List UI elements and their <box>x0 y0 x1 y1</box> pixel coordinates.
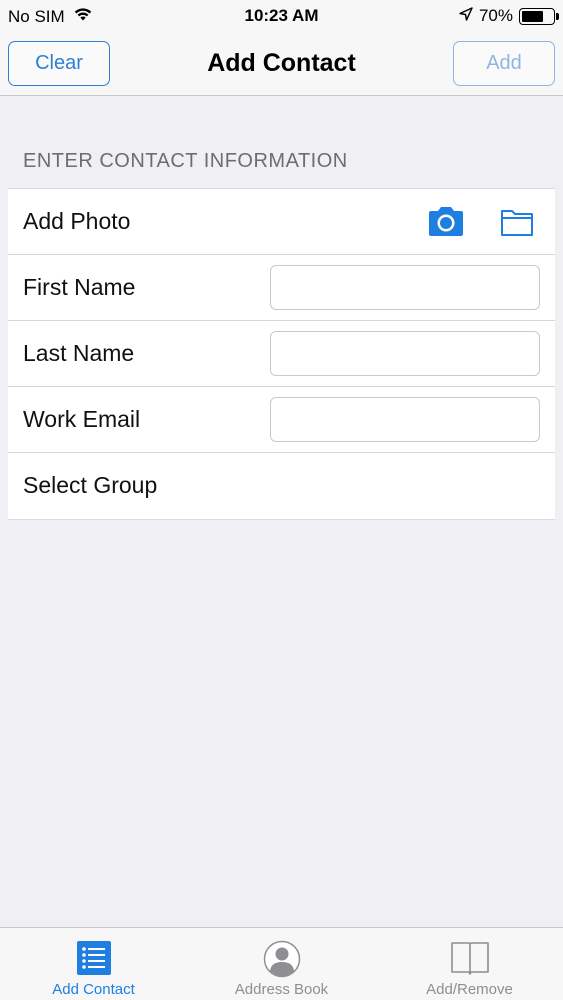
tab-label: Add/Remove <box>426 981 513 998</box>
location-arrow-icon <box>459 6 473 26</box>
work-email-label: Work Email <box>23 406 141 432</box>
last-name-field[interactable] <box>270 331 540 376</box>
select-group-label: Select Group <box>23 472 158 498</box>
last-name-row: Last Name <box>8 321 555 387</box>
contact-form: Add Photo First Name Last Name Work Emai… <box>8 188 555 520</box>
person-icon <box>188 940 375 978</box>
section-header: ENTER CONTACT INFORMATION <box>23 150 348 172</box>
add-photo-label: Add Photo <box>23 208 131 234</box>
tab-label: Add Contact <box>52 981 135 998</box>
list-icon <box>0 940 187 978</box>
battery-icon <box>519 7 559 25</box>
tab-add-contact[interactable]: Add Contact <box>0 928 187 1000</box>
camera-icon[interactable] <box>426 205 466 239</box>
tab-bar: Add Contact Address Book Add/Remove <box>0 927 563 1000</box>
last-name-label: Last Name <box>23 340 135 366</box>
status-right: 70% <box>459 6 559 26</box>
navigation-bar: Clear Add Contact Add <box>0 32 563 96</box>
tab-add-remove[interactable]: Add/Remove <box>376 928 563 1000</box>
work-email-field[interactable] <box>270 397 540 442</box>
folder-icon[interactable] <box>499 205 539 239</box>
first-name-label: First Name <box>23 274 136 300</box>
book-icon <box>376 940 563 978</box>
add-photo-row: Add Photo <box>8 189 555 255</box>
select-group-row[interactable]: Select Group <box>8 453 555 519</box>
first-name-field[interactable] <box>270 265 540 310</box>
status-bar: No SIM 10:23 AM 70% <box>0 0 563 32</box>
tab-label: Address Book <box>234 981 329 998</box>
tab-address-book[interactable]: Address Book <box>188 928 375 1000</box>
first-name-row: First Name <box>8 255 555 321</box>
battery-percent: 70% <box>478 6 513 25</box>
add-button[interactable]: Add <box>453 41 555 86</box>
battery-fill <box>522 10 543 22</box>
work-email-row: Work Email <box>8 387 555 453</box>
